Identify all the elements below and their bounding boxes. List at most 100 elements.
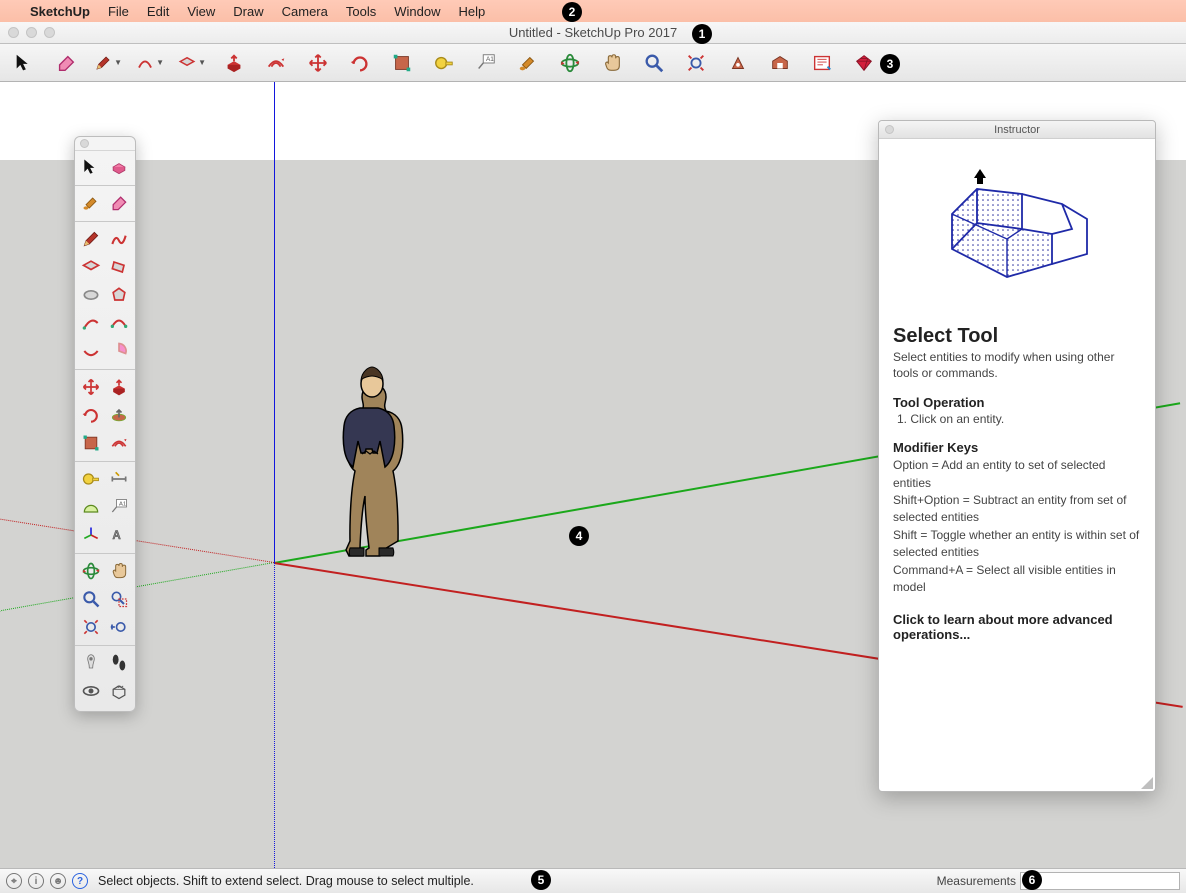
select-tool[interactable] [10, 49, 38, 77]
rotate-tool[interactable] [78, 402, 104, 428]
2pt-arc-tool[interactable] [106, 310, 132, 336]
text-tool[interactable]: A1 [106, 494, 132, 520]
rectangle-tool[interactable] [78, 254, 104, 280]
line-tool[interactable] [78, 226, 104, 252]
shape-tools[interactable]: ▼ [178, 49, 206, 77]
prevview-tool[interactable] [106, 614, 132, 640]
maximize-window-button[interactable] [44, 27, 55, 38]
menu-edit[interactable]: Edit [147, 4, 169, 19]
menu-camera[interactable]: Camera [282, 4, 328, 19]
paint-tool[interactable] [514, 49, 542, 77]
section-tool[interactable] [106, 678, 132, 704]
layout-tool[interactable] [808, 49, 836, 77]
large-toolset[interactable]: A1 A [74, 136, 136, 712]
main-toolbar: ▼ ▼ ▼ A1 [0, 44, 1186, 82]
walk-tool[interactable] [106, 650, 132, 676]
followme-tool[interactable] [106, 402, 132, 428]
pan-tool[interactable] [598, 49, 626, 77]
svg-text:A1: A1 [486, 56, 494, 63]
menu-tools[interactable]: Tools [346, 4, 376, 19]
status-hint: Select objects. Shift to extend select. … [98, 874, 474, 888]
callout-6: 6 [1022, 870, 1042, 890]
paint-tool[interactable] [78, 190, 104, 216]
zoom-tool[interactable] [640, 49, 668, 77]
pushpull-tool[interactable] [220, 49, 248, 77]
look-tool[interactable] [78, 678, 104, 704]
zoom-extents-tool[interactable] [78, 614, 104, 640]
move-tool[interactable] [304, 49, 332, 77]
tape-tool[interactable] [430, 49, 458, 77]
pushpull-tool[interactable] [106, 374, 132, 400]
protractor-tool[interactable] [78, 494, 104, 520]
3pt-arc-tool[interactable] [78, 338, 104, 364]
instructor-body: Select Tool Select entities to modify wh… [879, 139, 1155, 791]
resize-grip[interactable] [1141, 777, 1153, 789]
geolocation-icon[interactable]: ⌖ [6, 873, 22, 889]
polygon-tool[interactable] [106, 282, 132, 308]
make-component[interactable] [106, 154, 132, 180]
close-palette-button[interactable] [80, 139, 89, 148]
scale-tool[interactable] [388, 49, 416, 77]
traffic-lights [8, 27, 55, 38]
window-title: Untitled - SketchUp Pro 2017 [0, 25, 1186, 40]
move-tool[interactable] [78, 374, 104, 400]
offset-tool[interactable] [262, 49, 290, 77]
tape-tool[interactable] [78, 466, 104, 492]
pan-tool[interactable] [106, 558, 132, 584]
orbit-tool[interactable] [556, 49, 584, 77]
arc-tool[interactable] [78, 310, 104, 336]
get-models[interactable] [766, 49, 794, 77]
instructor-titlebar[interactable]: Instructor [879, 121, 1155, 139]
help-icon[interactable]: ? [72, 873, 88, 889]
eraser-tool[interactable] [52, 49, 80, 77]
instructor-op-heading: Tool Operation [893, 395, 1141, 410]
status-bar: ⌖ i ☻ ? Select objects. Shift to extend … [0, 868, 1186, 893]
3dtext-tool[interactable]: A [106, 522, 132, 548]
instructor-learn-more-link[interactable]: Click to learn about more advanced opera… [893, 612, 1141, 642]
measurements-input[interactable] [1020, 872, 1180, 890]
add-location[interactable] [724, 49, 752, 77]
menu-draw[interactable]: Draw [233, 4, 263, 19]
instructor-panel[interactable]: Instructor Select Tool Select entities t… [878, 120, 1156, 792]
zoom-extents-tool[interactable] [682, 49, 710, 77]
instructor-op-step: 1. Click on an entity. [897, 412, 1141, 426]
axes-tool[interactable] [78, 522, 104, 548]
zoom-window-tool[interactable] [106, 586, 132, 612]
scale-figure [332, 362, 407, 562]
line-tools[interactable]: ▼ [94, 49, 122, 77]
svg-text:A: A [112, 529, 121, 542]
ext-warehouse[interactable] [850, 49, 878, 77]
credits-icon[interactable]: i [28, 873, 44, 889]
callout-1: 1 [692, 24, 712, 44]
blue-axis-negative [274, 562, 275, 868]
callout-2: 2 [562, 2, 582, 22]
menu-view[interactable]: View [187, 4, 215, 19]
orbit-tool[interactable] [78, 558, 104, 584]
menu-file[interactable]: File [108, 4, 129, 19]
svg-text:A1: A1 [119, 501, 126, 507]
position-camera[interactable] [78, 650, 104, 676]
eraser-tool[interactable] [106, 190, 132, 216]
scale-tool[interactable] [78, 430, 104, 456]
pie-tool[interactable] [106, 338, 132, 364]
app-name[interactable]: SketchUp [30, 4, 90, 19]
text-tool[interactable]: A1 [472, 49, 500, 77]
close-window-button[interactable] [8, 27, 19, 38]
zoom-tool[interactable] [78, 586, 104, 612]
freehand-tool[interactable] [106, 226, 132, 252]
close-instructor-button[interactable] [885, 125, 894, 134]
menu-window[interactable]: Window [394, 4, 440, 19]
minimize-window-button[interactable] [26, 27, 37, 38]
rotated-rect-tool[interactable] [106, 254, 132, 280]
circle-tool[interactable] [78, 282, 104, 308]
callout-5: 5 [531, 870, 551, 890]
user-icon[interactable]: ☻ [50, 873, 66, 889]
rotate-tool[interactable] [346, 49, 374, 77]
instructor-mods-list: Option = Add an entity to set of selecte… [893, 457, 1141, 596]
palette-header[interactable] [75, 137, 135, 151]
offset-tool[interactable] [106, 430, 132, 456]
menu-help[interactable]: Help [458, 4, 485, 19]
select-tool[interactable] [78, 154, 104, 180]
arc-tools[interactable]: ▼ [136, 49, 164, 77]
dimension-tool[interactable] [106, 466, 132, 492]
